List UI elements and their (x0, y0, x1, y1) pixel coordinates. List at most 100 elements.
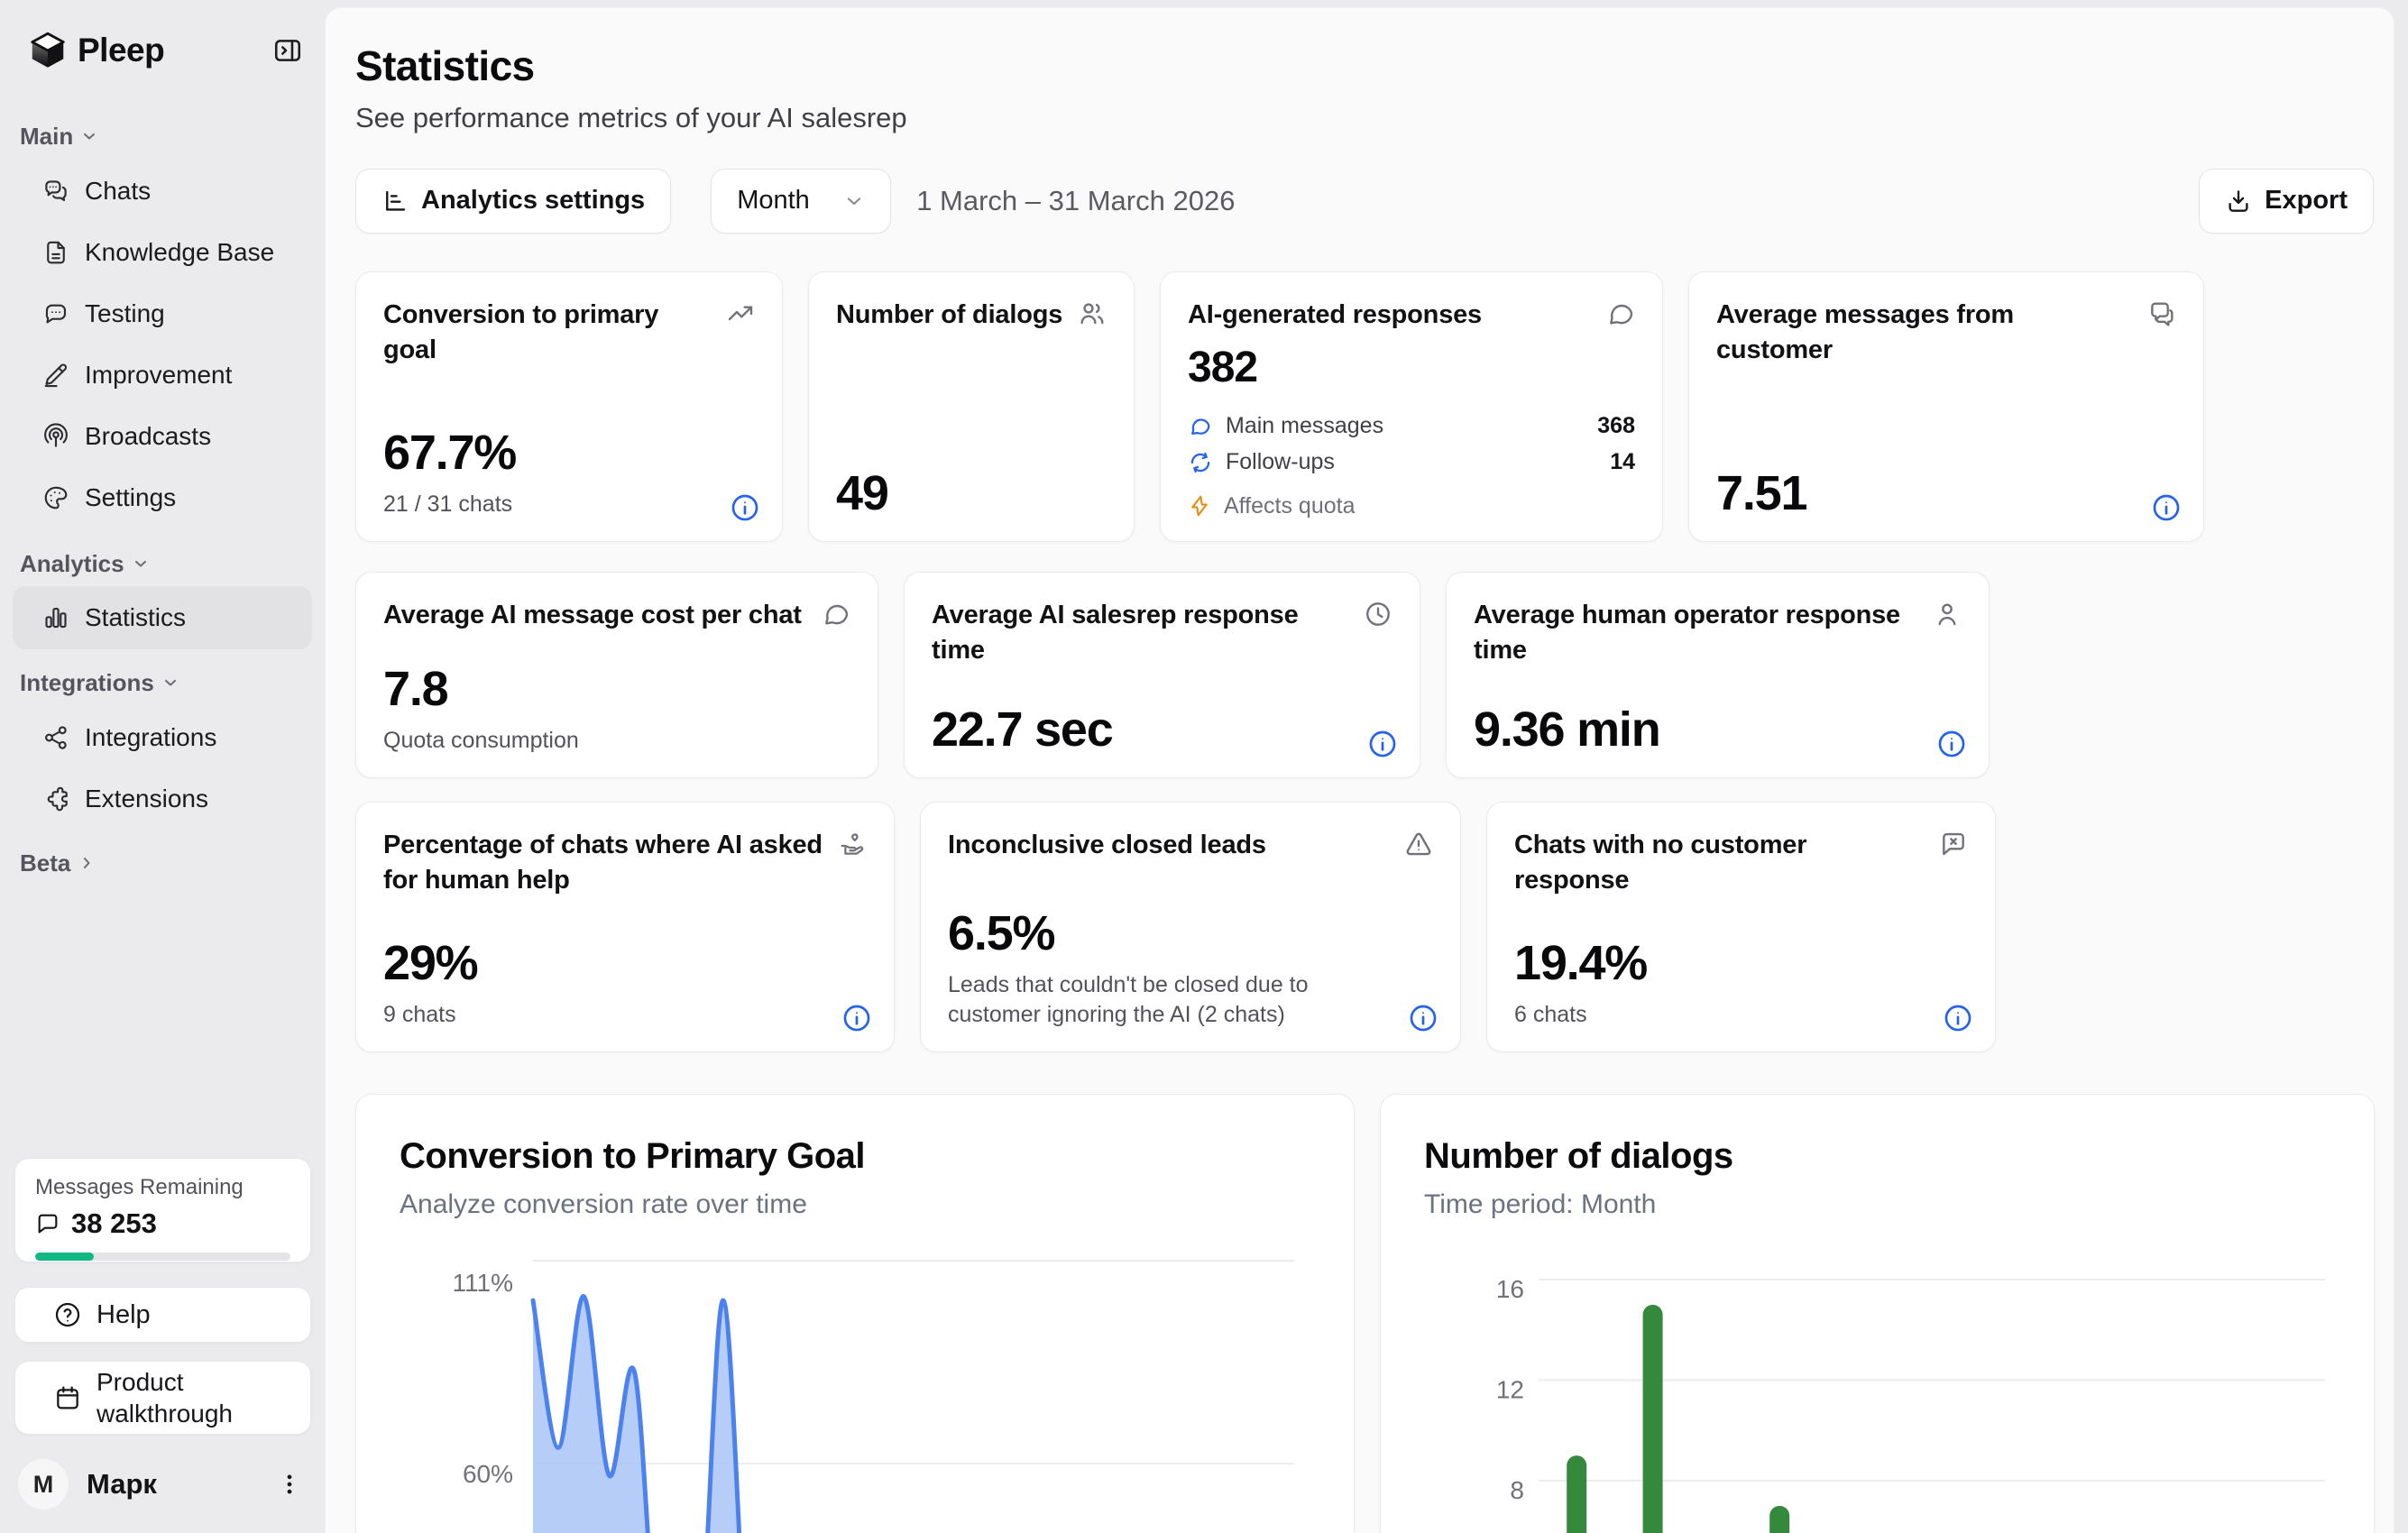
stat-card-human-response-time: Average human operator response time 9.3… (1446, 572, 1990, 778)
messages-progress-track (35, 1253, 290, 1261)
knowledge-base-icon (42, 239, 69, 266)
download-icon (2225, 188, 2252, 215)
stats-row-2: Average AI message cost per chat 7.8 Quo… (355, 572, 2374, 778)
card-value: 49 (836, 468, 1107, 519)
info-icon[interactable] (1943, 1003, 1973, 1033)
svg-text:60%: 60% (463, 1460, 513, 1488)
info-icon[interactable] (730, 492, 760, 523)
export-button[interactable]: Export (2199, 169, 2374, 234)
card-title: Percentage of chats where AI asked for h… (383, 828, 823, 898)
card-subtext: 21 / 31 chats (383, 490, 755, 519)
toolbar: Analytics settings Month 1 March – 31 Ma… (355, 169, 2374, 234)
page-subtitle: See performance metrics of your AI sales… (355, 102, 2374, 134)
stats-row-1: Conversion to primary goal 67.7% 21 / 31… (355, 271, 2374, 542)
helping-hand-icon (838, 830, 867, 858)
card-title: AI-generated responses (1188, 298, 1482, 333)
info-icon[interactable] (1936, 729, 1967, 759)
help-icon (53, 1300, 82, 1329)
app-name: Pleep (78, 32, 164, 69)
card-value: 7.8 (383, 664, 850, 715)
affects-quota-note: Affects quota (1188, 493, 1635, 519)
broadcasts-icon (42, 423, 69, 450)
chevron-down-icon (80, 127, 98, 145)
sidebar-group-analytics[interactable]: Analytics (0, 548, 325, 579)
info-icon[interactable] (1408, 1003, 1438, 1033)
message-square-icon (35, 1211, 60, 1236)
breakdown-label: Main messages (1226, 413, 1383, 439)
sidebar-item-label: Extensions (85, 785, 208, 813)
chart-axis-icon (381, 188, 409, 215)
sidebar-group-main[interactable]: Main (0, 121, 325, 151)
stat-card-dialogs: Number of dialogs 49 (808, 271, 1135, 542)
users-icon (1078, 299, 1107, 328)
refresh-icon (1188, 450, 1213, 475)
avatar: M (18, 1459, 69, 1510)
chat-bubble-icon (822, 600, 850, 629)
person-icon (1933, 600, 1962, 629)
product-walkthrough-button[interactable]: Product walkthrough (14, 1361, 311, 1435)
integrations-icon (42, 724, 69, 751)
svg-text:16: 16 (1496, 1275, 1524, 1303)
response-breakdown: Main messages 368 Follow-ups 14 Affects … (1188, 408, 1635, 519)
sidebar-item-label: Improvement (85, 361, 232, 390)
dialogs-bar-chart: 16128 (1424, 1253, 2330, 1533)
chart-title: Number of dialogs (1424, 1136, 2330, 1177)
analytics-settings-button[interactable]: Analytics settings (355, 169, 671, 234)
collapse-sidebar-icon[interactable] (272, 34, 305, 67)
sidebar-item-settings[interactable]: Settings (0, 467, 325, 528)
improvement-icon (42, 362, 69, 389)
period-value: Month (737, 186, 810, 216)
sidebar-item-broadcasts[interactable]: Broadcasts (0, 406, 325, 467)
card-subtext: Leads that couldn't be closed due to cus… (948, 970, 1388, 1030)
sidebar-item-testing[interactable]: Testing (0, 283, 325, 344)
user-kebab-icon[interactable] (276, 1469, 307, 1500)
sidebar-item-improvement[interactable]: Improvement (0, 344, 325, 406)
group-label-text: Main (20, 123, 73, 151)
sidebar-item-extensions[interactable]: Extensions (0, 768, 325, 830)
card-subtext: 6 chats (1514, 1000, 1968, 1030)
sidebar-item-statistics[interactable]: Statistics (13, 586, 312, 649)
chevron-down-icon (161, 674, 179, 692)
card-title: Chats with no customer response (1514, 828, 1925, 898)
breakdown-label: Follow-ups (1226, 449, 1335, 475)
chart-subtitle: Analyze conversion rate over time (400, 1189, 1310, 1220)
card-value: 29% (383, 938, 867, 989)
messages-remaining-label: Messages Remaining (35, 1175, 290, 1200)
card-title: Average messages from customer (1716, 298, 2133, 368)
help-button[interactable]: Help (14, 1287, 311, 1343)
user-menu[interactable]: M Марк (18, 1458, 307, 1510)
chat-bubble-icon (1606, 299, 1635, 328)
period-select[interactable]: Month (711, 169, 891, 234)
info-icon[interactable] (1367, 729, 1398, 759)
sidebar-item-chats[interactable]: Chats (0, 161, 325, 222)
info-icon[interactable] (2151, 492, 2182, 523)
logo-row: Pleep (0, 0, 325, 74)
integrations-nav: Integrations Extensions (0, 707, 325, 830)
info-icon[interactable] (841, 1003, 872, 1033)
export-label: Export (2265, 186, 2348, 216)
card-value: 19.4% (1514, 938, 1968, 989)
sidebar-item-label: Statistics (85, 603, 186, 632)
sidebar-item-integrations[interactable]: Integrations (0, 707, 325, 768)
sidebar-group-beta[interactable]: Beta (0, 848, 325, 878)
trending-up-icon (726, 299, 755, 328)
sidebar-item-label: Settings (85, 483, 176, 512)
stat-card-ai-response-time: Average AI salesrep response time 22.7 s… (904, 572, 1420, 778)
stat-card-ai-asked-help: Percentage of chats where AI asked for h… (355, 802, 895, 1052)
extensions-icon (42, 785, 69, 812)
card-value: 6.5% (948, 908, 1433, 959)
date-range: 1 March – 31 March 2026 (916, 185, 1235, 217)
statistics-page: Statistics See performance metrics of yo… (325, 7, 2394, 1533)
analytics-settings-label: Analytics settings (421, 186, 645, 216)
affects-quota-label: Affects quota (1224, 493, 1355, 519)
stats-row-3: Percentage of chats where AI asked for h… (355, 802, 2374, 1052)
stat-card-avg-cost: Average AI message cost per chat 7.8 Quo… (355, 572, 878, 778)
sidebar-item-knowledge-base[interactable]: Knowledge Base (0, 222, 325, 283)
conversion-chart-card: Conversion to Primary Goal Analyze conve… (355, 1094, 1355, 1533)
chevron-down-icon (843, 190, 865, 212)
messages-remaining-card: Messages Remaining 38 253 (14, 1158, 311, 1262)
card-subtext: Quota consumption (383, 726, 850, 756)
sidebar-group-integrations[interactable]: Integrations (0, 667, 325, 698)
user-name: Марк (87, 1468, 157, 1501)
card-title: Average AI message cost per chat (383, 598, 802, 633)
